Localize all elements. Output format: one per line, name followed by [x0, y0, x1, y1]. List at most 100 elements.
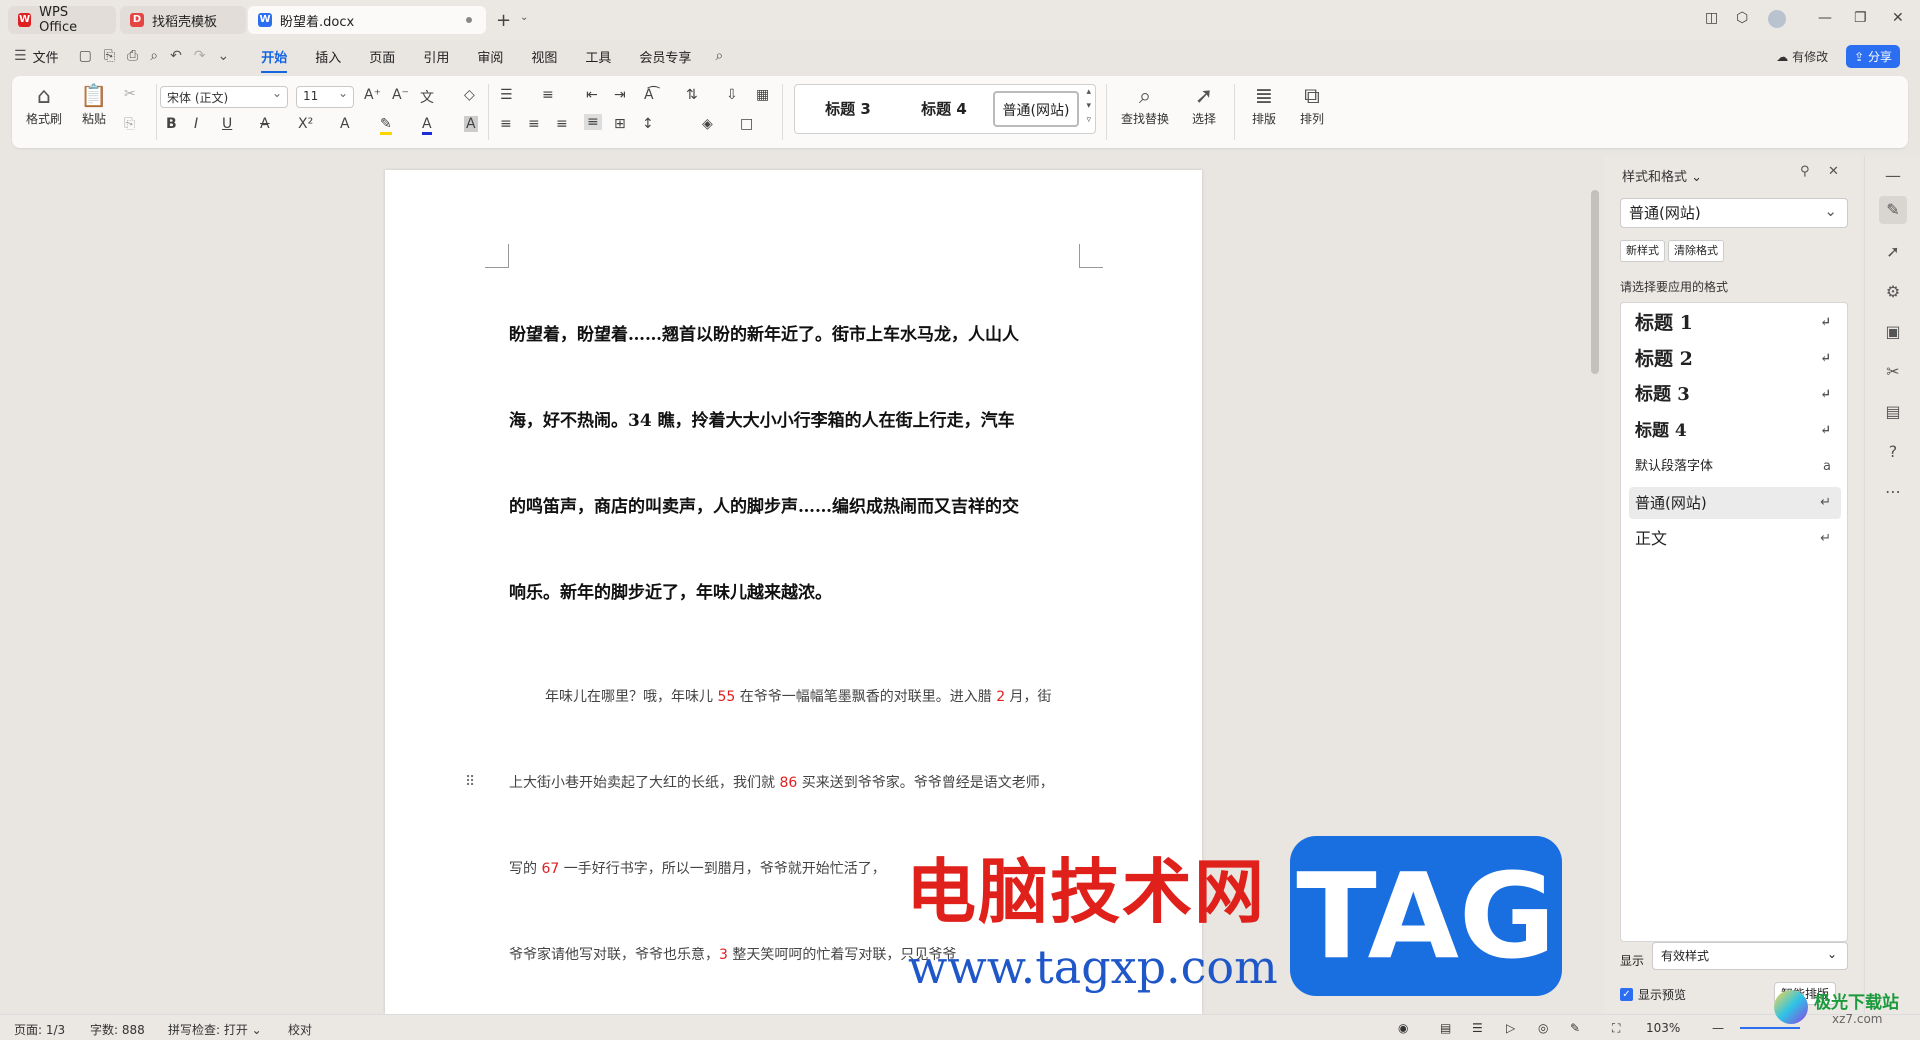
minimize-icon[interactable]: —	[1818, 10, 1832, 26]
modified-button[interactable]: ☁ 有修改	[1768, 45, 1836, 68]
menu-review[interactable]: 审阅	[463, 47, 517, 66]
proofread-button[interactable]: 校对	[288, 1021, 312, 1038]
panel-close-icon[interactable]: ✕	[1828, 164, 1839, 179]
font-name-select[interactable]: 宋体 (正文)	[160, 86, 288, 108]
help-icon[interactable]: ?	[1879, 438, 1907, 466]
export-icon[interactable]: ⎘	[104, 48, 115, 64]
unsaved-dot-icon[interactable]	[466, 17, 472, 23]
style-item-body[interactable]: 正文 ↵	[1629, 523, 1841, 555]
format-painter-button[interactable]: ⌂ 格式刷	[22, 84, 66, 127]
zoom-level[interactable]: 103%	[1646, 1021, 1680, 1035]
highlight-icon[interactable]: ✎	[380, 116, 392, 135]
bullet-list-icon[interactable]: ☰	[500, 87, 513, 103]
style-scroll-up-icon[interactable]: ▴	[1086, 87, 1091, 97]
clear-format-icon[interactable]: ◇	[464, 87, 475, 103]
heading-paragraph-line[interactable]: 海，好不热闹。34 瞧，拎着大大小小行李箱的人在街上行走，汽车	[509, 406, 1083, 431]
tools-icon[interactable]: ✂	[1879, 358, 1907, 386]
select-pointer-icon[interactable]: ➚	[1879, 238, 1907, 266]
restore-icon[interactable]: ❐	[1854, 10, 1867, 26]
numbered-list-icon[interactable]: ≡	[542, 87, 554, 103]
style-expand-icon[interactable]: ▿	[1086, 115, 1091, 125]
properties-icon[interactable]: ⚙	[1879, 278, 1907, 306]
phonetic-icon[interactable]: 文	[420, 87, 434, 107]
menu-member[interactable]: 会员专享	[625, 47, 705, 66]
share-button[interactable]: ⇪ 分享	[1846, 45, 1900, 68]
pen-icon[interactable]: ✎	[1570, 1021, 1580, 1035]
heading-paragraph-line[interactable]: 的鸣笛声，商店的叫卖声，人的脚步声……编织成热闹而又吉祥的交	[509, 492, 1083, 517]
file-menu[interactable]: 文件	[33, 47, 59, 66]
shrink-font-icon[interactable]: A⁻	[392, 87, 409, 103]
undo-icon[interactable]: ↶	[170, 48, 182, 64]
style-scroll-down-icon[interactable]: ▾	[1086, 101, 1091, 111]
menu-tools[interactable]: 工具	[571, 47, 625, 66]
style-item-heading-1[interactable]: 标题 1 ↵	[1629, 307, 1841, 339]
body-paragraph-line[interactable]: 年味儿在哪里？哦，年味儿 55 在爷爷一幅幅笔墨飘香的对联里。进入腊 2 月，街	[509, 686, 1083, 706]
book-icon[interactable]: ▤	[1879, 398, 1907, 426]
new-style-button[interactable]: 新样式	[1620, 240, 1665, 262]
eye-protect-icon[interactable]: ◉	[1398, 1021, 1408, 1035]
play-icon[interactable]: ▷	[1506, 1021, 1515, 1035]
copy-icon[interactable]: ⎘	[124, 116, 135, 132]
menu-home[interactable]: 开始	[247, 47, 301, 73]
redo-icon[interactable]: ↷	[194, 48, 206, 64]
scrollbar-thumb[interactable]	[1591, 190, 1599, 374]
heading-paragraph-line[interactable]: 响乐。新年的脚步近了，年味儿越来越浓。	[509, 578, 1083, 603]
print-preview-icon[interactable]: ⌕	[150, 48, 158, 64]
strikethrough-icon[interactable]: A	[260, 116, 270, 132]
char-shading-icon[interactable]: A	[464, 116, 478, 132]
heading-paragraph-line[interactable]: 盼望着，盼望着……翘首以盼的新年近了。街市上车水马龙，人山人	[509, 320, 1083, 345]
print-icon[interactable]: ⎙	[127, 48, 138, 64]
find-replace-button[interactable]: ⌕ 查找替换	[1114, 84, 1176, 127]
text-direction-icon[interactable]: A͡	[644, 87, 654, 103]
zoom-out-icon[interactable]: —	[1712, 1021, 1724, 1035]
style-item-heading-3[interactable]: 标题 3 ↵	[1629, 379, 1841, 411]
align-left-icon[interactable]: ≡	[500, 116, 512, 132]
style-item-default-font[interactable]: 默认段落字体 a	[1629, 451, 1841, 483]
menu-references[interactable]: 引用	[409, 47, 463, 66]
layout-icon[interactable]: ◫	[1705, 10, 1718, 26]
search-icon[interactable]: ⌕	[715, 48, 723, 64]
close-icon[interactable]: ✕	[1892, 10, 1904, 26]
grow-font-icon[interactable]: A⁺	[364, 87, 381, 103]
sort-icon[interactable]: ⇅	[686, 87, 698, 103]
style-heading-4[interactable]: 标题 4	[899, 91, 989, 127]
spell-check-toggle[interactable]: 拼写检查: 打开 ⌄	[168, 1021, 262, 1038]
font-color-icon[interactable]: A	[422, 116, 432, 135]
tab-document[interactable]: W 盼望着.docx	[248, 6, 486, 34]
line-spacing-icon[interactable]: ↕	[642, 116, 654, 132]
fit-page-icon[interactable]: ⛶	[1612, 1021, 1620, 1036]
document-scrollbar[interactable]	[1588, 156, 1602, 1014]
more-chevron-icon[interactable]: ⌄	[218, 48, 230, 64]
select-button[interactable]: ➚ 选择	[1182, 84, 1226, 127]
avatar[interactable]	[1768, 10, 1786, 28]
outline-view-icon[interactable]: ☰	[1472, 1021, 1483, 1035]
table-icon[interactable]: ▦	[756, 87, 769, 103]
save-icon[interactable]: ▢	[79, 48, 92, 64]
show-marks-icon[interactable]: ⇩	[726, 87, 738, 103]
show-preview-checkbox[interactable]: ✓ 显示预览	[1620, 986, 1686, 1003]
style-item-heading-4[interactable]: 标题 4 ↵	[1629, 415, 1841, 447]
shading-icon[interactable]: ◈	[702, 116, 713, 132]
style-normal-web[interactable]: 普通(网站)	[993, 91, 1079, 127]
style-item-heading-2[interactable]: 标题 2 ↵	[1629, 343, 1841, 375]
bold-icon[interactable]: B	[166, 116, 177, 132]
align-right-icon[interactable]: ≡	[556, 116, 568, 132]
page-indicator[interactable]: 页面: 1/3	[14, 1021, 65, 1038]
font-size-select[interactable]: 11	[296, 86, 354, 108]
paragraph-drag-handle-icon[interactable]: ⠿	[465, 774, 475, 790]
menu-view[interactable]: 视图	[517, 47, 571, 66]
panel-title[interactable]: 样式和格式 ⌄	[1622, 166, 1702, 185]
align-center-icon[interactable]: ≡	[528, 116, 540, 132]
style-item-normal-web[interactable]: 普通(网站) ↵	[1629, 487, 1841, 519]
underline-icon[interactable]: U	[222, 116, 232, 132]
tab-docer-templates[interactable]: D 找稻壳模板	[120, 6, 246, 34]
typeset-button[interactable]: ≣ 排版	[1244, 84, 1284, 127]
collapse-icon[interactable]: —	[1879, 162, 1907, 190]
page-view-icon[interactable]: ▤	[1440, 1021, 1451, 1035]
superscript-icon[interactable]: X²	[298, 116, 313, 132]
image-tools-icon[interactable]: ▣	[1879, 318, 1907, 346]
increase-indent-icon[interactable]: ⇥	[614, 87, 626, 103]
menu-page[interactable]: 页面	[355, 47, 409, 66]
word-count[interactable]: 字数: 888	[90, 1021, 145, 1038]
show-filter-select[interactable]: 有效样式	[1652, 941, 1848, 970]
